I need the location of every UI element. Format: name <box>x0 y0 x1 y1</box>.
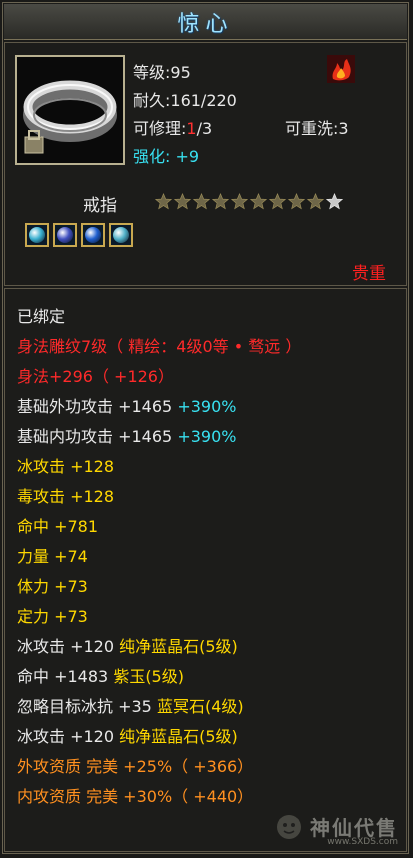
attribute-text: 纯净蓝晶石(5级) <box>119 637 238 656</box>
attribute-text: 冰攻击 +128 <box>17 457 115 476</box>
item-summary-panel: 等级:95 耐久:161/220 可修理:1/3 可重洗:3 强化: +9 戒指… <box>4 42 407 286</box>
star-filled-icon <box>212 193 229 210</box>
attribute-line: 外攻资质 完美 +25%（ +366） <box>17 755 253 779</box>
attribute-line: 身法+296（ +126） <box>17 365 174 389</box>
star-filled-icon <box>193 193 210 210</box>
attribute-line: 体力 +73 <box>17 575 88 599</box>
attribute-line: 忽略目标冰抗 +35 蓝冥石(4级) <box>17 695 244 719</box>
star-rating <box>155 193 343 210</box>
attribute-text: 内攻资质 完美 +30%（ +440） <box>17 787 254 806</box>
attribute-line: 毒攻击 +128 <box>17 485 114 509</box>
star-empty-icon <box>326 193 343 210</box>
repair-label: 可修理: <box>133 119 187 138</box>
attribute-text: 基础内功攻击 +1465 <box>17 427 178 446</box>
attribute-text: +390% <box>177 427 237 446</box>
attribute-text: 定力 +73 <box>17 607 88 626</box>
rarity-label: 贵重 <box>352 264 386 284</box>
attribute-line: 力量 +74 <box>17 545 88 569</box>
watermark-url: www.SXDS.com <box>327 837 398 847</box>
gem-slot-icon[interactable] <box>109 223 133 247</box>
gem-slot-icon[interactable] <box>53 223 77 247</box>
attribute-text: 外攻资质 完美 +25%（ +366） <box>17 757 254 776</box>
star-filled-icon <box>155 193 172 210</box>
attribute-line: 定力 +73 <box>17 605 88 629</box>
attribute-panel: 神仙代售 www.SXDS.com 已绑定身法雕纹7级（ 精绘：4级0等 • 骛… <box>4 288 407 852</box>
attribute-text: 体力 +73 <box>17 577 88 596</box>
attribute-text: 已绑定 <box>17 307 66 326</box>
attribute-line: 命中 +781 <box>17 515 98 539</box>
attribute-line: 内攻资质 完美 +30%（ +440） <box>17 785 253 809</box>
title-bar: 惊心 <box>4 4 407 40</box>
attribute-line: 冰攻击 +128 <box>17 455 114 479</box>
star-filled-icon <box>288 193 305 210</box>
attribute-line: 冰攻击 +120 纯净蓝晶石(5级) <box>17 635 238 659</box>
ring-icon <box>15 55 125 165</box>
watermark: 神仙代售 www.SXDS.com <box>274 811 398 847</box>
star-filled-icon <box>250 193 267 210</box>
attribute-line: 基础内功攻击 +1465 +390% <box>17 425 236 449</box>
gem-slot-icon[interactable] <box>81 223 105 247</box>
attribute-text: 命中 +1483 <box>17 667 114 686</box>
star-filled-icon <box>174 193 191 210</box>
attribute-text: 冰攻击 +120 <box>17 727 120 746</box>
gem-slot-icon[interactable] <box>25 223 49 247</box>
attribute-line: 已绑定 <box>17 305 65 329</box>
attribute-text: +390% <box>177 397 237 416</box>
attribute-text: 身法雕纹7级（ 精绘：4级0等 • 骛远 ） <box>17 337 302 356</box>
attribute-text: 冰攻击 +120 <box>17 637 120 656</box>
flame-icon <box>327 55 355 83</box>
attribute-line: 身法雕纹7级（ 精绘：4级0等 • 骛远 ） <box>17 335 301 359</box>
item-type-label: 戒指 <box>83 196 117 216</box>
attribute-text: 纯净蓝晶石(5级) <box>119 727 238 746</box>
attribute-text: 命中 +781 <box>17 517 99 536</box>
gem-slots <box>25 223 133 247</box>
repair-current: 1 <box>186 119 197 138</box>
attribute-line: 冰攻击 +120 纯净蓝晶石(5级) <box>17 725 238 749</box>
repair-total: /3 <box>196 119 213 138</box>
attribute-text: 忽略目标冰抗 +35 <box>17 697 157 716</box>
attribute-text: 基础外功攻击 +1465 <box>17 397 178 416</box>
mascot-icon <box>277 815 301 839</box>
attribute-text: 蓝冥石(4级) <box>156 697 244 716</box>
attribute-text: 紫玉(5级) <box>113 667 184 686</box>
rewash-stat: 可重洗:3 <box>285 119 349 138</box>
durability-stat: 耐久:161/220 <box>133 91 237 110</box>
attribute-text: 身法+296（ +126） <box>17 367 174 386</box>
attribute-text: 力量 +74 <box>17 547 88 566</box>
level-stat: 等级:95 <box>133 63 191 82</box>
star-filled-icon <box>307 193 324 210</box>
enhance-value: +9 <box>175 147 200 166</box>
attribute-line: 基础外功攻击 +1465 +390% <box>17 395 236 419</box>
repair-stat: 可修理:1/3 <box>133 115 212 139</box>
attribute-text: 毒攻击 +128 <box>17 487 115 506</box>
item-name: 惊心 <box>177 11 234 37</box>
star-filled-icon <box>269 193 286 210</box>
star-filled-icon <box>231 193 248 210</box>
attribute-line: 命中 +1483 紫玉(5级) <box>17 665 184 689</box>
enhance-stat: 强化: +9 <box>133 143 199 167</box>
enhance-label: 强化: <box>133 147 171 166</box>
